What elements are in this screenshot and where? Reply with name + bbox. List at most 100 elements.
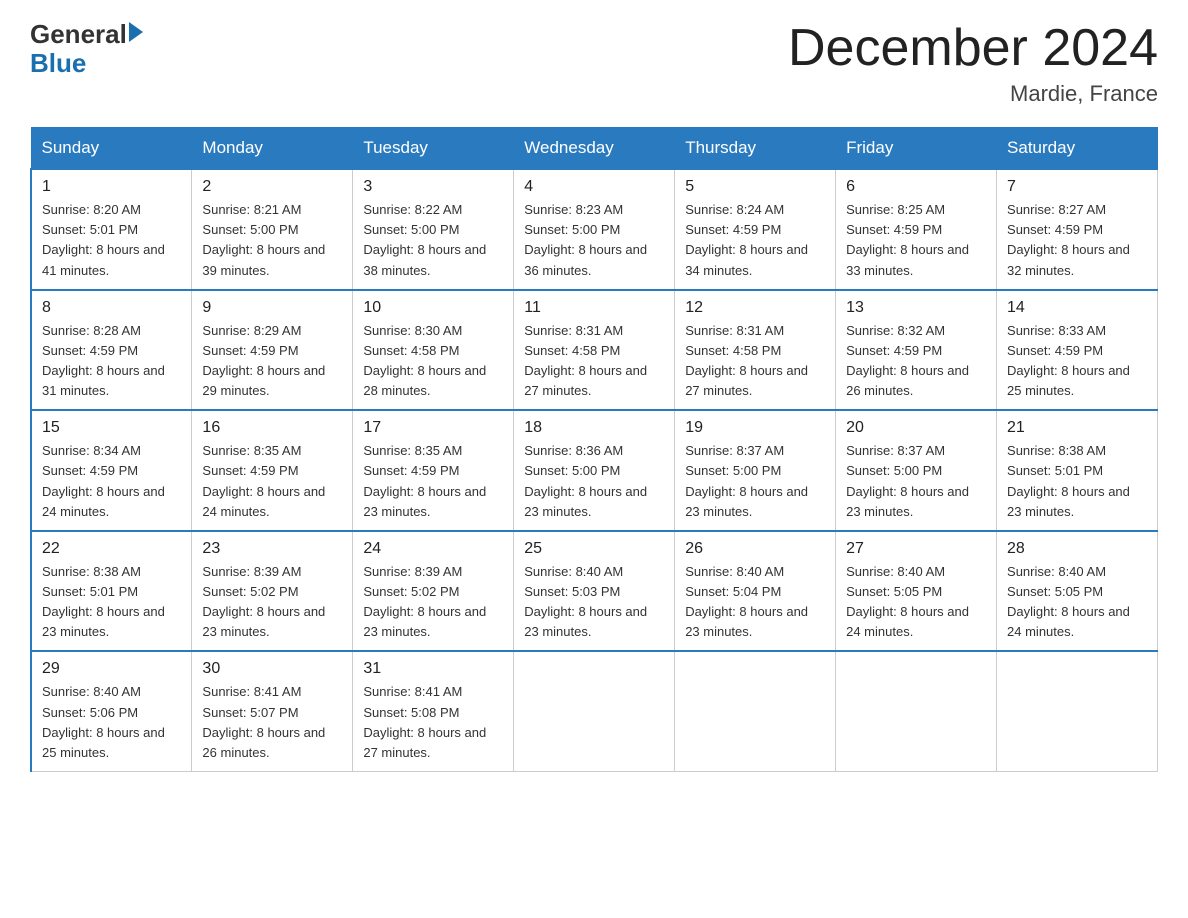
- table-row: 28 Sunrise: 8:40 AM Sunset: 5:05 PM Dayl…: [997, 531, 1158, 652]
- table-row: 1 Sunrise: 8:20 AM Sunset: 5:01 PM Dayli…: [31, 169, 192, 290]
- day-info: Sunrise: 8:31 AM Sunset: 4:58 PM Dayligh…: [685, 321, 825, 402]
- day-info: Sunrise: 8:29 AM Sunset: 4:59 PM Dayligh…: [202, 321, 342, 402]
- logo-arrow-icon: [129, 22, 143, 42]
- table-row: 18 Sunrise: 8:36 AM Sunset: 5:00 PM Dayl…: [514, 410, 675, 531]
- day-number: 1: [42, 178, 181, 196]
- calendar-table: Sunday Monday Tuesday Wednesday Thursday…: [30, 127, 1158, 772]
- col-tuesday: Tuesday: [353, 128, 514, 170]
- day-number: 12: [685, 299, 825, 317]
- table-row: 23 Sunrise: 8:39 AM Sunset: 5:02 PM Dayl…: [192, 531, 353, 652]
- day-number: 15: [42, 419, 181, 437]
- header-row: Sunday Monday Tuesday Wednesday Thursday…: [31, 128, 1158, 170]
- day-info: Sunrise: 8:20 AM Sunset: 5:01 PM Dayligh…: [42, 200, 181, 281]
- day-number: 28: [1007, 540, 1147, 558]
- table-row: 25 Sunrise: 8:40 AM Sunset: 5:03 PM Dayl…: [514, 531, 675, 652]
- day-info: Sunrise: 8:41 AM Sunset: 5:08 PM Dayligh…: [363, 682, 503, 763]
- table-row: 8 Sunrise: 8:28 AM Sunset: 4:59 PM Dayli…: [31, 290, 192, 411]
- day-info: Sunrise: 8:40 AM Sunset: 5:04 PM Dayligh…: [685, 562, 825, 643]
- table-row: 22 Sunrise: 8:38 AM Sunset: 5:01 PM Dayl…: [31, 531, 192, 652]
- table-row: [675, 651, 836, 771]
- month-title: December 2024: [788, 20, 1158, 77]
- day-info: Sunrise: 8:32 AM Sunset: 4:59 PM Dayligh…: [846, 321, 986, 402]
- day-info: Sunrise: 8:40 AM Sunset: 5:03 PM Dayligh…: [524, 562, 664, 643]
- calendar-week-4: 22 Sunrise: 8:38 AM Sunset: 5:01 PM Dayl…: [31, 531, 1158, 652]
- day-number: 5: [685, 178, 825, 196]
- day-number: 16: [202, 419, 342, 437]
- col-saturday: Saturday: [997, 128, 1158, 170]
- table-row: [514, 651, 675, 771]
- day-number: 7: [1007, 178, 1147, 196]
- day-info: Sunrise: 8:38 AM Sunset: 5:01 PM Dayligh…: [42, 562, 181, 643]
- table-row: 17 Sunrise: 8:35 AM Sunset: 4:59 PM Dayl…: [353, 410, 514, 531]
- day-number: 31: [363, 660, 503, 678]
- day-info: Sunrise: 8:23 AM Sunset: 5:00 PM Dayligh…: [524, 200, 664, 281]
- day-number: 29: [42, 660, 181, 678]
- table-row: 31 Sunrise: 8:41 AM Sunset: 5:08 PM Dayl…: [353, 651, 514, 771]
- col-thursday: Thursday: [675, 128, 836, 170]
- day-number: 2: [202, 178, 342, 196]
- day-number: 4: [524, 178, 664, 196]
- calendar-week-2: 8 Sunrise: 8:28 AM Sunset: 4:59 PM Dayli…: [31, 290, 1158, 411]
- table-row: 13 Sunrise: 8:32 AM Sunset: 4:59 PM Dayl…: [836, 290, 997, 411]
- day-info: Sunrise: 8:21 AM Sunset: 5:00 PM Dayligh…: [202, 200, 342, 281]
- calendar-week-5: 29 Sunrise: 8:40 AM Sunset: 5:06 PM Dayl…: [31, 651, 1158, 771]
- day-info: Sunrise: 8:36 AM Sunset: 5:00 PM Dayligh…: [524, 441, 664, 522]
- day-info: Sunrise: 8:30 AM Sunset: 4:58 PM Dayligh…: [363, 321, 503, 402]
- day-number: 11: [524, 299, 664, 317]
- day-info: Sunrise: 8:35 AM Sunset: 4:59 PM Dayligh…: [363, 441, 503, 522]
- table-row: 30 Sunrise: 8:41 AM Sunset: 5:07 PM Dayl…: [192, 651, 353, 771]
- table-row: 10 Sunrise: 8:30 AM Sunset: 4:58 PM Dayl…: [353, 290, 514, 411]
- day-number: 26: [685, 540, 825, 558]
- table-row: 15 Sunrise: 8:34 AM Sunset: 4:59 PM Dayl…: [31, 410, 192, 531]
- day-number: 25: [524, 540, 664, 558]
- day-number: 10: [363, 299, 503, 317]
- table-row: 6 Sunrise: 8:25 AM Sunset: 4:59 PM Dayli…: [836, 169, 997, 290]
- table-row: [997, 651, 1158, 771]
- day-number: 27: [846, 540, 986, 558]
- table-row: 20 Sunrise: 8:37 AM Sunset: 5:00 PM Dayl…: [836, 410, 997, 531]
- day-info: Sunrise: 8:27 AM Sunset: 4:59 PM Dayligh…: [1007, 200, 1147, 281]
- day-number: 6: [846, 178, 986, 196]
- calendar-week-3: 15 Sunrise: 8:34 AM Sunset: 4:59 PM Dayl…: [31, 410, 1158, 531]
- table-row: 2 Sunrise: 8:21 AM Sunset: 5:00 PM Dayli…: [192, 169, 353, 290]
- day-info: Sunrise: 8:37 AM Sunset: 5:00 PM Dayligh…: [685, 441, 825, 522]
- day-number: 19: [685, 419, 825, 437]
- day-number: 14: [1007, 299, 1147, 317]
- day-number: 18: [524, 419, 664, 437]
- day-number: 9: [202, 299, 342, 317]
- day-info: Sunrise: 8:37 AM Sunset: 5:00 PM Dayligh…: [846, 441, 986, 522]
- day-info: Sunrise: 8:40 AM Sunset: 5:06 PM Dayligh…: [42, 682, 181, 763]
- day-info: Sunrise: 8:25 AM Sunset: 4:59 PM Dayligh…: [846, 200, 986, 281]
- table-row: 16 Sunrise: 8:35 AM Sunset: 4:59 PM Dayl…: [192, 410, 353, 531]
- title-block: December 2024 Mardie, France: [788, 20, 1158, 107]
- day-info: Sunrise: 8:28 AM Sunset: 4:59 PM Dayligh…: [42, 321, 181, 402]
- day-info: Sunrise: 8:22 AM Sunset: 5:00 PM Dayligh…: [363, 200, 503, 281]
- calendar-week-1: 1 Sunrise: 8:20 AM Sunset: 5:01 PM Dayli…: [31, 169, 1158, 290]
- col-monday: Monday: [192, 128, 353, 170]
- day-info: Sunrise: 8:39 AM Sunset: 5:02 PM Dayligh…: [363, 562, 503, 643]
- logo: General Blue: [30, 20, 143, 77]
- logo-general-text: General: [30, 20, 127, 49]
- col-sunday: Sunday: [31, 128, 192, 170]
- logo-blue-text: Blue: [30, 49, 143, 78]
- table-row: 26 Sunrise: 8:40 AM Sunset: 5:04 PM Dayl…: [675, 531, 836, 652]
- location-label: Mardie, France: [788, 81, 1158, 107]
- day-number: 24: [363, 540, 503, 558]
- day-info: Sunrise: 8:40 AM Sunset: 5:05 PM Dayligh…: [1007, 562, 1147, 643]
- table-row: 27 Sunrise: 8:40 AM Sunset: 5:05 PM Dayl…: [836, 531, 997, 652]
- day-number: 13: [846, 299, 986, 317]
- day-number: 21: [1007, 419, 1147, 437]
- day-info: Sunrise: 8:33 AM Sunset: 4:59 PM Dayligh…: [1007, 321, 1147, 402]
- table-row: 21 Sunrise: 8:38 AM Sunset: 5:01 PM Dayl…: [997, 410, 1158, 531]
- table-row: 7 Sunrise: 8:27 AM Sunset: 4:59 PM Dayli…: [997, 169, 1158, 290]
- table-row: 4 Sunrise: 8:23 AM Sunset: 5:00 PM Dayli…: [514, 169, 675, 290]
- table-row: [836, 651, 997, 771]
- day-number: 30: [202, 660, 342, 678]
- day-number: 20: [846, 419, 986, 437]
- day-number: 8: [42, 299, 181, 317]
- col-wednesday: Wednesday: [514, 128, 675, 170]
- day-info: Sunrise: 8:39 AM Sunset: 5:02 PM Dayligh…: [202, 562, 342, 643]
- table-row: 19 Sunrise: 8:37 AM Sunset: 5:00 PM Dayl…: [675, 410, 836, 531]
- day-number: 23: [202, 540, 342, 558]
- day-number: 17: [363, 419, 503, 437]
